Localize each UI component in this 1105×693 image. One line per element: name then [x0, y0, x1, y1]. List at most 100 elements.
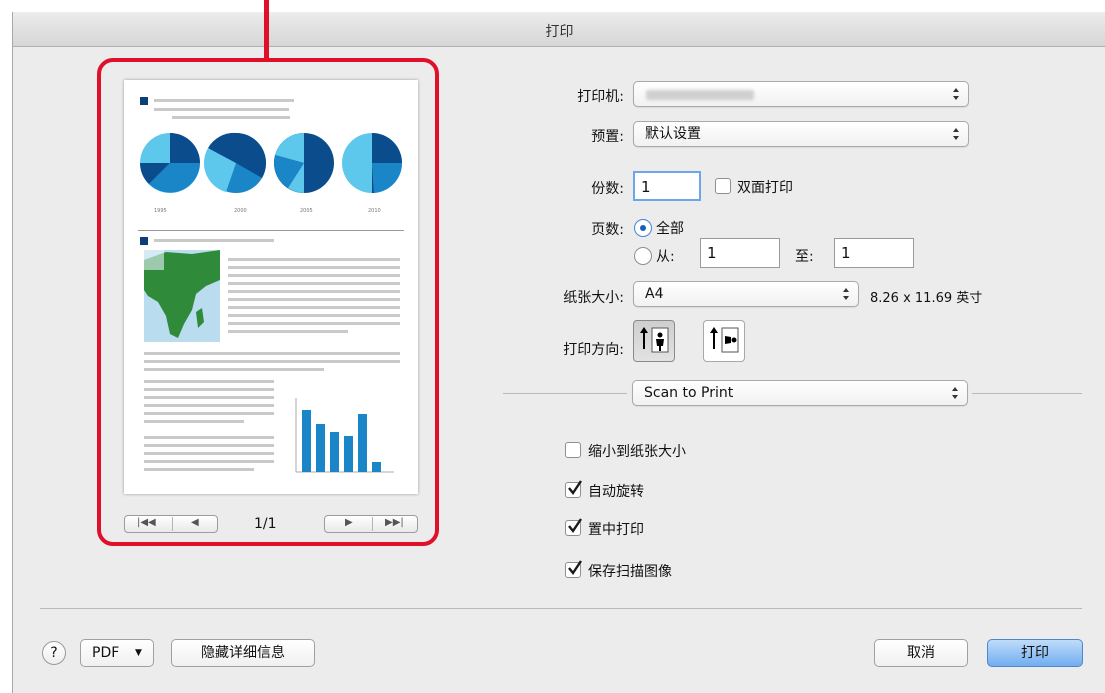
text-line: [144, 396, 274, 399]
portrait-person-icon: [640, 327, 669, 353]
save-scanned-image-checkbox[interactable]: [565, 560, 582, 578]
copies-label: 份数:: [591, 181, 624, 197]
text-line: [144, 412, 274, 415]
pie-charts: [140, 132, 403, 193]
pie-chart-2005: [274, 132, 334, 193]
auto-rotate-label: 自动旋转: [588, 484, 644, 500]
updown-arrows-icon: [953, 88, 959, 100]
copies-field[interactable]: 1: [633, 171, 701, 201]
text-line: [144, 388, 274, 391]
hide-details-button[interactable]: 隐藏详细信息: [171, 639, 315, 667]
duplex-label: 双面打印: [737, 180, 793, 196]
text-line: [144, 420, 244, 423]
updown-arrows-icon: [953, 128, 959, 140]
pie-year-label: 2005: [300, 208, 313, 214]
orientation-label: 打印方向:: [563, 342, 624, 358]
portrait-orientation-button[interactable]: [633, 320, 675, 362]
print-button[interactable]: 打印: [987, 639, 1083, 667]
checkmark-icon: [568, 480, 582, 496]
landscape-orientation-button[interactable]: [703, 320, 745, 362]
text-line: [228, 298, 400, 301]
pie-year-label: 1995: [154, 208, 167, 214]
preview-bar: [316, 424, 325, 472]
preview-prev-nav: |◀◀ ◀: [124, 515, 218, 533]
preset-label: 预置:: [591, 129, 624, 145]
paper-dimensions: 8.26 x 11.69 英寸: [870, 291, 983, 306]
preview-bar: [358, 414, 367, 472]
checkmark-icon: [568, 518, 582, 534]
paper-size-select[interactable]: A4: [633, 281, 859, 307]
auto-rotate-checkbox[interactable]: [565, 480, 582, 498]
center-print-label: 置中打印: [588, 522, 644, 538]
text-line: [144, 436, 274, 439]
page-indicator: 1/1: [254, 516, 277, 532]
landscape-person-icon: [710, 327, 739, 353]
divider: [138, 230, 404, 231]
center-print-checkbox[interactable]: [565, 518, 582, 536]
text-line: [144, 368, 324, 371]
updown-arrows-icon: [952, 387, 958, 399]
heading-bullet: [140, 237, 148, 245]
checkmark-icon: [568, 560, 582, 576]
duplex-checkbox[interactable]: [715, 178, 731, 194]
text-line: [228, 306, 400, 309]
pages-to-field[interactable]: 1: [834, 238, 914, 268]
bar-chart-bars: [302, 410, 381, 472]
printer-select[interactable]: [633, 81, 969, 107]
cancel-button[interactable]: 取消: [874, 639, 968, 667]
text-line: [144, 460, 274, 463]
previous-page-icon[interactable]: ◀: [191, 517, 199, 528]
preset-value: 默认设置: [645, 126, 701, 142]
text-line: [144, 352, 400, 355]
pie-chart-1995: [140, 133, 200, 193]
bar-chart: [295, 398, 394, 473]
pdf-label: PDF: [92, 645, 120, 661]
section-select[interactable]: Scan to Print: [632, 380, 968, 406]
pie-year-label: 2000: [234, 208, 247, 214]
pages-range-radio[interactable]: [634, 247, 652, 265]
pie-chart-2010: [342, 133, 403, 193]
preview-bar: [344, 436, 353, 472]
preset-select[interactable]: 默认设置: [633, 121, 969, 147]
pages-from-label: 从:: [656, 249, 675, 265]
printer-label: 打印机:: [577, 89, 624, 105]
shrink-to-paper-label: 缩小到纸张大小: [588, 444, 686, 460]
first-page-icon[interactable]: |◀◀: [137, 517, 156, 528]
updown-arrows-icon: [843, 288, 849, 300]
dropdown-arrow-icon: ▼: [135, 648, 142, 658]
next-page-icon[interactable]: ▶: [345, 517, 353, 528]
section-separator-right: [972, 393, 1082, 394]
radio-selected-dot: [640, 225, 646, 231]
text-line: [144, 468, 254, 471]
help-button[interactable]: ?: [42, 641, 66, 665]
printer-name-blurred: [646, 90, 754, 100]
preview-next-nav: ▶ ▶▶|: [324, 515, 418, 533]
text-line: [228, 330, 348, 333]
last-page-icon[interactable]: ▶▶|: [385, 517, 404, 528]
text-line: [228, 274, 400, 277]
pages-from-field[interactable]: 1: [700, 238, 780, 268]
annotation-arrow: [264, 0, 269, 58]
footer-separator: [40, 608, 1082, 609]
text-line: [144, 360, 400, 363]
section-separator-left: [503, 393, 627, 394]
text-line: [144, 444, 274, 447]
text-line: [154, 99, 294, 102]
section-value: Scan to Print: [644, 385, 734, 401]
pages-all-label: 全部: [656, 221, 684, 237]
pdf-menu-button[interactable]: PDF ▼: [80, 639, 154, 667]
text-line: [172, 116, 290, 119]
save-scanned-image-label: 保存扫描图像: [588, 564, 672, 580]
preview-bar: [330, 432, 339, 472]
text-line: [228, 258, 400, 261]
pages-to-label: 至:: [795, 249, 814, 265]
shrink-to-paper-checkbox[interactable]: [565, 442, 581, 458]
pages-all-radio[interactable]: [634, 219, 652, 237]
title-bar: 打印: [13, 12, 1105, 47]
text-line: [144, 452, 274, 455]
text-line: [228, 282, 400, 285]
africa-map-image: [144, 250, 220, 342]
print-preview-page: 1995 2000 2005 2010: [124, 80, 418, 494]
text-line: [144, 380, 274, 383]
pages-label: 页数:: [591, 222, 624, 238]
